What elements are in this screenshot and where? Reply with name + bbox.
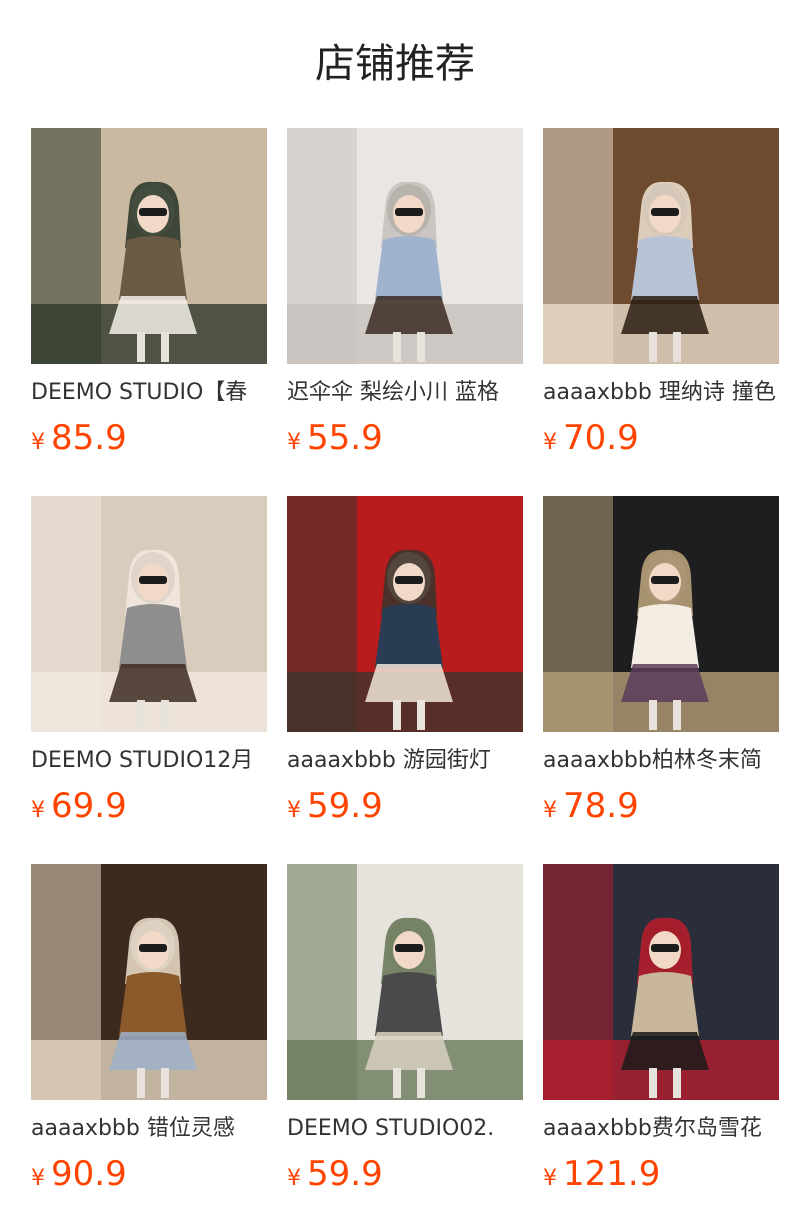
product-image[interactable] xyxy=(287,496,523,732)
product-image[interactable] xyxy=(31,496,267,732)
currency-symbol: ¥ xyxy=(287,798,301,823)
product-name[interactable]: 迟伞伞 梨绘小川 蓝格 xyxy=(287,376,523,410)
product-image[interactable] xyxy=(287,128,523,364)
product-card[interactable]: 迟伞伞 梨绘小川 蓝格 ¥55.9 xyxy=(287,128,523,468)
photo-9 xyxy=(543,864,779,1100)
photo-3 xyxy=(543,128,779,364)
currency-symbol: ¥ xyxy=(287,1166,301,1191)
price-value: 78.9 xyxy=(563,786,639,826)
product-price: ¥69.9 xyxy=(31,786,127,826)
product-price: ¥85.9 xyxy=(31,418,127,458)
product-price: ¥121.9 xyxy=(543,1154,660,1194)
price-value: 121.9 xyxy=(563,1154,661,1194)
product-image[interactable] xyxy=(31,128,267,364)
product-image[interactable] xyxy=(543,496,779,732)
price-value: 90.9 xyxy=(51,1154,127,1194)
product-card[interactable]: DEEMO STUDIO【春 ¥85.9 xyxy=(31,128,267,468)
product-card[interactable]: aaaaxbbb 游园街灯 ¥59.9 xyxy=(287,496,523,836)
photo-6 xyxy=(543,496,779,732)
product-card[interactable]: DEEMO STUDIO12月 ¥69.9 xyxy=(31,496,267,836)
photo-4 xyxy=(31,496,267,732)
currency-symbol: ¥ xyxy=(543,430,557,455)
price-value: 59.9 xyxy=(307,786,383,826)
photo-5 xyxy=(287,496,523,732)
currency-symbol: ¥ xyxy=(31,798,45,823)
product-price: ¥90.9 xyxy=(31,1154,127,1194)
photo-1 xyxy=(31,128,267,364)
product-price: ¥78.9 xyxy=(543,786,639,826)
product-name[interactable]: aaaaxbbb 理纳诗 撞色 xyxy=(543,376,779,410)
currency-symbol: ¥ xyxy=(31,1166,45,1191)
page-title: 店铺推荐 xyxy=(315,41,475,87)
currency-symbol: ¥ xyxy=(31,430,45,455)
product-name[interactable]: aaaaxbbb费尔岛雪花 xyxy=(543,1112,779,1146)
product-name[interactable]: aaaaxbbb柏林冬末简 xyxy=(543,744,779,778)
product-price: ¥59.9 xyxy=(287,1154,383,1194)
product-name[interactable]: DEEMO STUDIO【春 xyxy=(31,376,267,410)
product-price: ¥59.9 xyxy=(287,786,383,826)
photo-7 xyxy=(31,864,267,1100)
price-value: 55.9 xyxy=(307,418,383,458)
product-image[interactable] xyxy=(543,864,779,1100)
product-name[interactable]: aaaaxbbb 错位灵感 xyxy=(31,1112,267,1146)
product-image[interactable] xyxy=(543,128,779,364)
price-value: 85.9 xyxy=(51,418,127,458)
product-name[interactable]: DEEMO STUDIO02. xyxy=(287,1112,523,1146)
price-value: 59.9 xyxy=(307,1154,383,1194)
currency-symbol: ¥ xyxy=(543,1166,557,1191)
photo-2 xyxy=(287,128,523,364)
product-card[interactable]: DEEMO STUDIO02. ¥59.9 xyxy=(287,864,523,1204)
product-card[interactable]: aaaaxbbb费尔岛雪花 ¥121.9 xyxy=(543,864,779,1204)
product-card[interactable]: aaaaxbbb柏林冬末简 ¥78.9 xyxy=(543,496,779,836)
product-price: ¥70.9 xyxy=(543,418,639,458)
product-price: ¥55.9 xyxy=(287,418,383,458)
currency-symbol: ¥ xyxy=(543,798,557,823)
product-image[interactable] xyxy=(31,864,267,1100)
product-card[interactable]: aaaaxbbb 错位灵感 ¥90.9 xyxy=(31,864,267,1204)
product-name[interactable]: DEEMO STUDIO12月 xyxy=(31,744,267,778)
price-value: 70.9 xyxy=(563,418,639,458)
photo-8 xyxy=(287,864,523,1100)
product-name[interactable]: aaaaxbbb 游园街灯 xyxy=(287,744,523,778)
price-value: 69.9 xyxy=(51,786,127,826)
product-image[interactable] xyxy=(287,864,523,1100)
currency-symbol: ¥ xyxy=(287,430,301,455)
product-card[interactable]: aaaaxbbb 理纳诗 撞色 ¥70.9 xyxy=(543,128,779,468)
